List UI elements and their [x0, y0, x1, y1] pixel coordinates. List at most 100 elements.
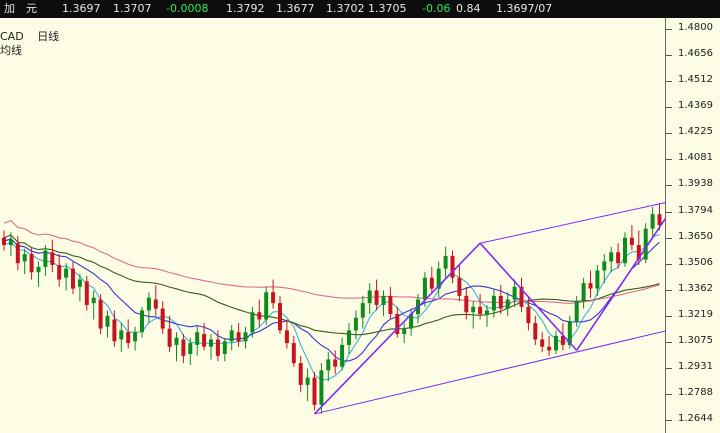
candle-body[interactable] [319, 370, 324, 405]
candle-body[interactable] [305, 377, 310, 385]
candle-body[interactable] [64, 268, 69, 278]
candle-body[interactable] [374, 290, 379, 305]
candle-body[interactable] [471, 306, 476, 313]
chart-plot-area[interactable] [0, 18, 666, 433]
candle-body[interactable] [119, 330, 124, 340]
candle-body[interactable] [8, 239, 13, 246]
candle-body[interactable] [146, 297, 151, 311]
candle-body[interactable] [547, 346, 552, 351]
candle-body[interactable] [512, 286, 517, 300]
candle-body[interactable] [215, 339, 220, 356]
candle-body[interactable] [43, 250, 48, 267]
candle-body[interactable] [15, 243, 20, 264]
candle-body[interactable] [105, 315, 110, 327]
quote-price-8: 1.3697/07 [496, 2, 553, 15]
candle-body[interactable] [588, 283, 593, 289]
candle-body[interactable] [264, 292, 269, 320]
candle-body[interactable] [360, 303, 365, 318]
candle-body[interactable] [643, 228, 648, 260]
candle-body[interactable] [22, 254, 27, 262]
candle-body[interactable] [602, 261, 607, 271]
candle-body[interactable] [250, 312, 255, 333]
price-tick-label: 1.4081 [678, 152, 713, 164]
candle-body[interactable] [202, 334, 207, 347]
candle-body[interactable] [422, 277, 427, 300]
candle-body[interactable] [91, 297, 96, 304]
price-tick-mark [666, 394, 672, 396]
candle-body[interactable] [533, 323, 538, 340]
candle-body[interactable] [153, 299, 158, 309]
candle-body[interactable] [278, 303, 282, 331]
candle-body[interactable] [402, 328, 407, 335]
candle-body[interactable] [657, 214, 662, 226]
candle-body[interactable] [623, 237, 627, 264]
candle-body[interactable] [443, 255, 448, 269]
candle-body[interactable] [133, 332, 138, 342]
candle-body[interactable] [381, 295, 386, 305]
candle-body[interactable] [36, 266, 41, 273]
candle-body[interactable] [478, 306, 483, 315]
candle-body[interactable] [388, 295, 393, 315]
candle-body[interactable] [188, 343, 193, 354]
candle-body[interactable] [540, 339, 545, 347]
candle-body[interactable] [464, 295, 469, 313]
candle-body[interactable] [181, 339, 186, 356]
candle-body[interactable] [298, 363, 303, 385]
candle-body[interactable] [71, 268, 75, 289]
candle-body[interactable] [581, 283, 586, 302]
candle-body[interactable] [526, 306, 531, 324]
candle-body[interactable] [229, 330, 234, 342]
candle-body[interactable] [574, 301, 579, 322]
candle-body[interactable] [126, 332, 131, 344]
candle-body[interactable] [340, 344, 345, 367]
candle-body[interactable] [243, 332, 248, 342]
candle-body[interactable] [160, 308, 165, 329]
candle-body[interactable] [77, 279, 82, 287]
candle-body[interactable] [271, 292, 276, 304]
price-axis[interactable]: 1.4800 1.4656 1.4512 1.4369 1.4225 1.4081 1.39… [666, 18, 720, 433]
candle-body[interactable] [326, 359, 331, 371]
candle-body[interactable] [140, 310, 144, 333]
candle-body[interactable] [367, 290, 372, 304]
candle-body[interactable] [498, 295, 503, 309]
candle-body[interactable] [485, 310, 489, 315]
candle-body[interactable] [312, 377, 317, 405]
candle-body[interactable] [195, 332, 200, 345]
candle-body[interactable] [98, 299, 103, 329]
candle-body[interactable] [450, 255, 455, 278]
candle-body[interactable] [291, 343, 296, 364]
candle-body[interactable] [429, 277, 434, 289]
candle-body[interactable] [353, 317, 358, 331]
candle-body[interactable] [650, 214, 655, 229]
candle-body[interactable] [2, 237, 6, 246]
quote-price-4: 1.3677 [276, 2, 315, 15]
candle-body[interactable] [284, 330, 289, 344]
candle-body[interactable] [84, 281, 89, 305]
candle-body[interactable] [29, 254, 34, 273]
quote-change: -0.0008 [166, 2, 209, 15]
price-tick-label: 1.2931 [678, 361, 713, 373]
candle-body[interactable] [491, 295, 496, 311]
candle-body[interactable] [222, 341, 227, 354]
candle-body[interactable] [209, 339, 213, 347]
candle-body[interactable] [333, 359, 338, 367]
candle-body[interactable] [609, 252, 614, 262]
candle-body[interactable] [236, 332, 241, 342]
candle-body[interactable] [554, 335, 558, 351]
candle-body[interactable] [616, 252, 621, 264]
price-tick-label: 1.4225 [678, 126, 713, 138]
candle-body[interactable] [629, 237, 634, 246]
candle-body[interactable] [112, 319, 117, 342]
candlestick-chart[interactable] [0, 18, 666, 433]
candle-body[interactable] [457, 277, 462, 296]
candle-body[interactable] [174, 337, 179, 345]
candle-body[interactable] [505, 299, 510, 309]
candle-body[interactable] [167, 328, 172, 347]
price-tick-label: 1.3219 [678, 309, 713, 321]
candle-body[interactable] [257, 312, 262, 320]
candle-body[interactable] [50, 252, 55, 266]
candle-body[interactable] [595, 270, 600, 289]
candle-body[interactable] [57, 265, 62, 280]
candle-body[interactable] [347, 330, 351, 345]
channel-lower-line [314, 330, 666, 415]
